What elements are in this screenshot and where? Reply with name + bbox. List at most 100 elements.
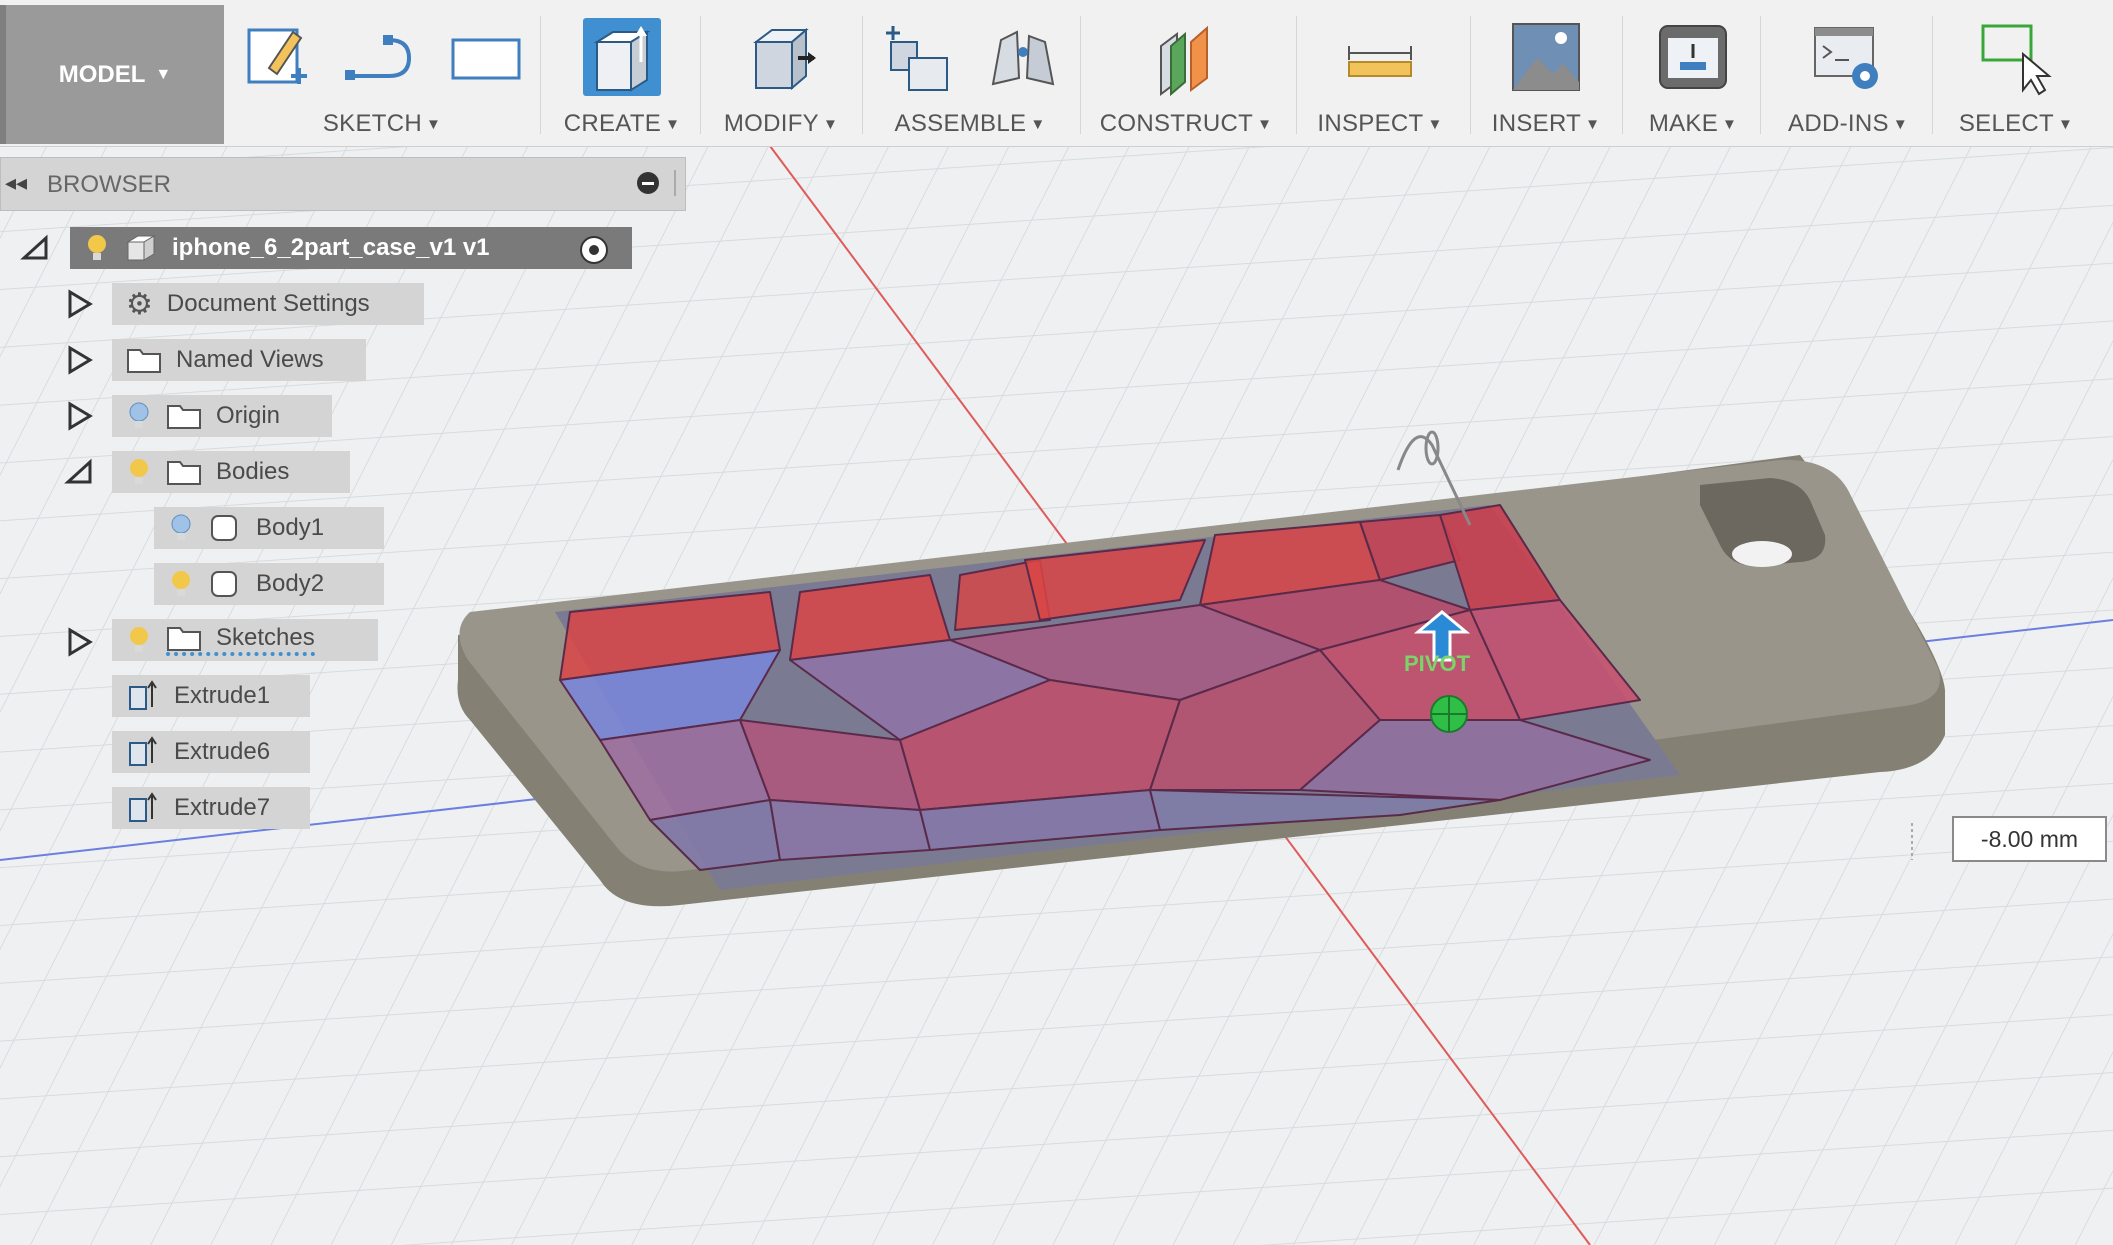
chevron-down-icon: ▼ [1892, 116, 1908, 133]
insert-image-icon[interactable] [1507, 18, 1585, 96]
chevron-down-icon: ▼ [1722, 116, 1738, 133]
lightbulb-off-icon[interactable] [168, 513, 194, 543]
toolbar-group-make[interactable]: MAKE ▼ [1626, 0, 1760, 146]
create-menu-label: CREATE [563, 110, 662, 137]
tree-item-bodies[interactable]: Bodies [112, 451, 350, 493]
measure-icon[interactable] [1341, 18, 1419, 96]
expand-triangle-icon[interactable] [64, 288, 94, 320]
expand-triangle-icon[interactable] [64, 344, 94, 376]
collapse-triangle-icon[interactable] [64, 456, 94, 488]
tree-item-label: Named Views [176, 346, 324, 373]
toolbar-divider [540, 16, 541, 134]
chevron-down-icon: ▼ [1427, 116, 1443, 133]
insert-menu-label: INSERT [1491, 110, 1582, 137]
tree-item-label: Sketches [216, 624, 315, 651]
browser-panel-header: ◂◂ BROWSER [0, 157, 686, 211]
chevron-down-icon: ▼ [1030, 116, 1046, 133]
tree-item-label: Extrude1 [174, 682, 271, 709]
toolbar-group-sketch[interactable]: SKETCH ▼ [236, 0, 528, 146]
chevron-down-icon: ▼ [822, 116, 839, 133]
expand-triangle-icon[interactable] [64, 626, 94, 658]
select-icon[interactable] [1977, 18, 2055, 96]
lightbulb-on-icon[interactable] [126, 457, 152, 487]
tree-item-sketches[interactable]: Sketches [112, 619, 378, 661]
workspace-mode-button[interactable]: MODEL ▼ [0, 5, 224, 144]
tree-item-label: Extrude7 [174, 794, 271, 821]
chevron-down-icon: ▼ [1257, 116, 1273, 133]
create-sketch-icon[interactable] [239, 18, 317, 96]
extrude-feature-icon [129, 680, 157, 710]
rectangle-tool-icon[interactable] [447, 18, 525, 96]
tree-item-body2[interactable]: Body2 [154, 563, 384, 605]
chevron-down-icon: ▼ [1585, 116, 1601, 133]
lightbulb-on-icon[interactable] [168, 569, 194, 599]
dimension-input[interactable]: -8.00 mm [1952, 816, 2107, 862]
toolbar-group-create[interactable]: CREATE ▼ [548, 0, 696, 146]
new-component-icon[interactable] [879, 18, 957, 96]
collapse-panel-icon[interactable]: ◂◂ [5, 170, 27, 196]
tree-item-origin[interactable]: Origin [112, 395, 332, 437]
make-menu-label: MAKE [1648, 110, 1719, 137]
folder-icon [167, 405, 201, 429]
workspace-mode-label: MODEL [58, 60, 146, 88]
lightbulb-off-icon[interactable] [126, 401, 152, 431]
extrude-icon[interactable] [583, 18, 661, 96]
assemble-menu-label: ASSEMBLE [894, 110, 1027, 137]
joint-icon[interactable] [983, 18, 1061, 96]
toolbar-divider [1470, 16, 1471, 134]
minimize-panel-icon[interactable] [637, 172, 659, 194]
toolbar-group-select[interactable]: SELECT ▼ [1936, 0, 2096, 146]
inspect-menu-label: INSPECT [1317, 110, 1424, 137]
folder-icon [167, 461, 201, 485]
tree-item-named-views[interactable]: Named Views [112, 339, 366, 381]
toolbar-divider [1932, 16, 1933, 134]
tree-item-label: Document Settings [166, 290, 370, 317]
toolbar-divider [1622, 16, 1623, 134]
lightbulb-on-icon[interactable] [84, 233, 110, 263]
3d-print-icon[interactable] [1654, 18, 1732, 96]
addins-menu-label: ADD-INS [1788, 110, 1889, 137]
tree-item-body1[interactable]: Body1 [154, 507, 384, 549]
tree-item-document-settings[interactable]: ⚙ Document Settings [112, 283, 424, 325]
body-icon [211, 571, 237, 597]
timeline-item-extrude1[interactable]: Extrude1 [112, 675, 310, 717]
construction-plane-icon[interactable] [1147, 18, 1225, 96]
toolbar-group-assemble[interactable]: ASSEMBLE ▼ [866, 0, 1074, 146]
toolbar-divider [1080, 16, 1081, 134]
resize-grip-icon[interactable] [674, 170, 679, 196]
toolbar-divider [700, 16, 701, 134]
tree-item-label: Origin [216, 402, 281, 429]
chevron-down-icon: ▼ [426, 116, 442, 133]
toolbar-group-modify[interactable]: MODIFY ▼ [706, 0, 856, 146]
gear-icon: ⚙ [126, 287, 153, 321]
toolbar-group-add-ins[interactable]: ADD-INS ▼ [1764, 0, 1932, 146]
toolbar: MODEL ▼ SKETCH ▼ CREATE ▼ MODIFY ▼ ASSEMBLE… [0, 0, 2113, 147]
timeline-item-extrude6[interactable]: Extrude6 [112, 731, 310, 773]
line-tool-icon[interactable] [343, 18, 421, 96]
extrude-feature-icon [129, 792, 157, 822]
chevron-down-icon: ▼ [155, 65, 172, 83]
modify-menu-label: MODIFY [723, 110, 819, 137]
activate-component-icon[interactable] [578, 234, 610, 266]
toolbar-group-construct[interactable]: CONSTRUCT ▼ [1084, 0, 1288, 146]
timeline-item-extrude7[interactable]: Extrude7 [112, 787, 310, 829]
tree-root-component[interactable]: iphone_6_2part_case_v1 v1 [70, 227, 632, 269]
pivot-label: PIVOT [1404, 651, 1471, 676]
tree-item-label: Bodies [216, 458, 290, 485]
toolbar-group-insert[interactable]: INSERT ▼ [1474, 0, 1618, 146]
scripts-addins-icon[interactable] [1809, 18, 1887, 96]
construct-menu-label: CONSTRUCT [1099, 110, 1254, 137]
toolbar-divider [1296, 16, 1297, 134]
lightbulb-on-icon[interactable] [126, 625, 152, 655]
chevron-down-icon: ▼ [665, 116, 681, 133]
select-menu-label: SELECT [1958, 110, 2054, 137]
sketch-menu-label: SKETCH [322, 110, 422, 137]
toolbar-group-inspect[interactable]: INSPECT ▼ [1300, 0, 1460, 146]
root-component-name: iphone_6_2part_case_v1 v1 [172, 234, 490, 261]
press-pull-icon[interactable] [742, 18, 820, 96]
collapse-triangle-icon[interactable] [20, 232, 50, 264]
expand-triangle-icon[interactable] [64, 400, 94, 432]
component-icon [126, 235, 156, 261]
folder-icon [127, 349, 161, 373]
folder-icon [167, 627, 201, 651]
